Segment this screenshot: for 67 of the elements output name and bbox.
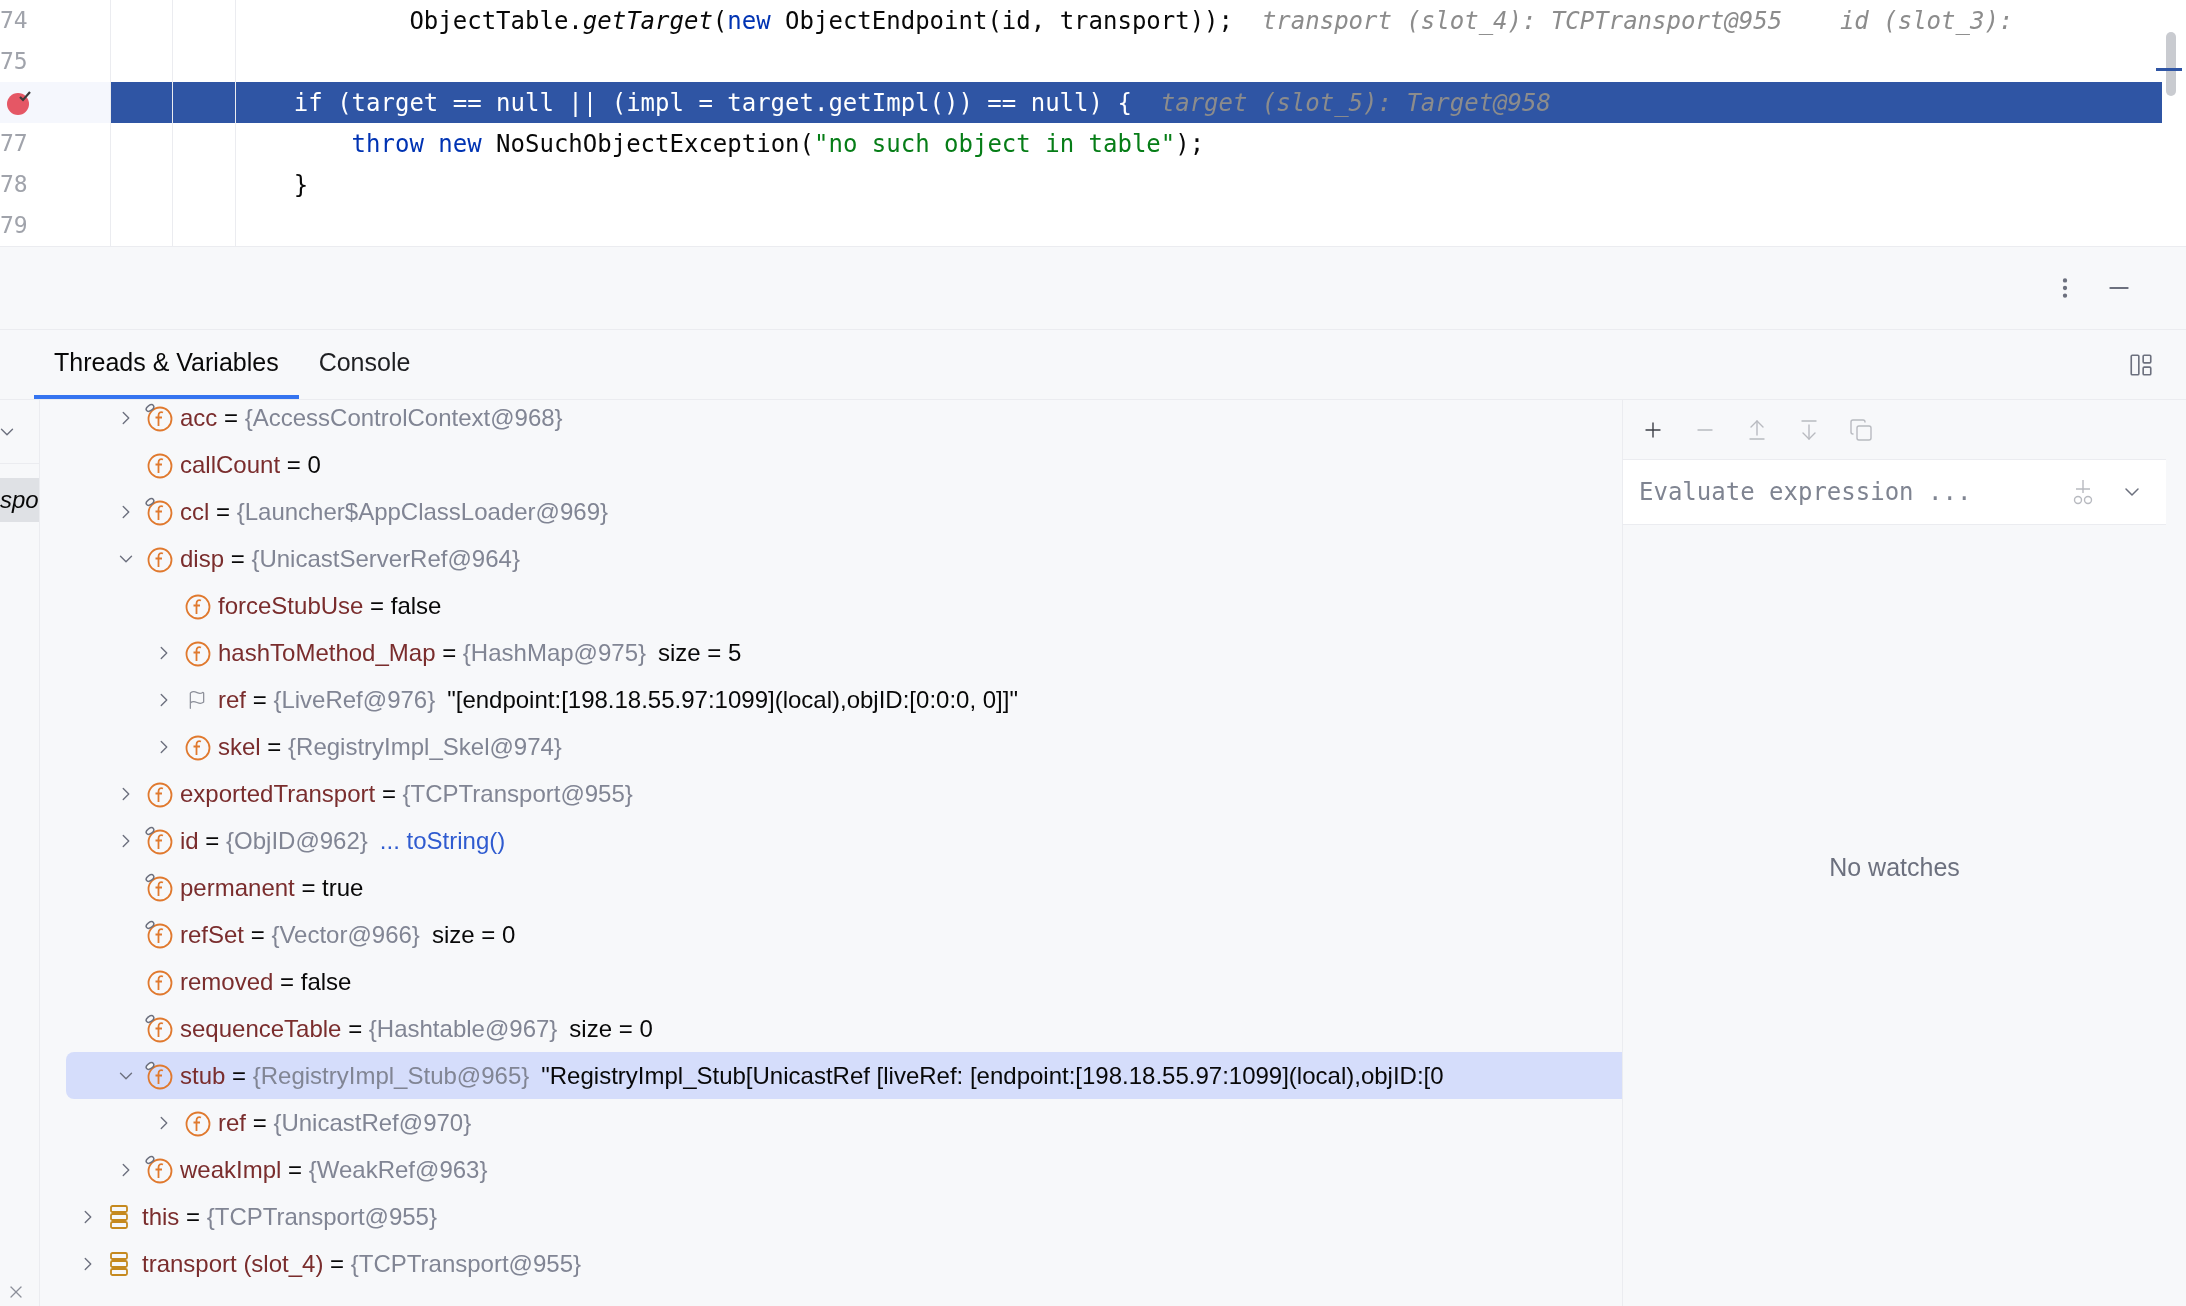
variable-row[interactable]: callCount = 0 <box>66 441 1622 488</box>
variable-row[interactable]: id = {ObjID@962} ... toString() <box>66 817 1622 864</box>
variable-entry: weakImpl = {WeakRef@963} <box>180 1154 488 1185</box>
inline-value-hint: transport (slot_4): TCPTransport@955 <box>1261 5 1783 37</box>
variable-entry: stub = {RegistryImpl_Stub@965} "RegistryImpl_Stub[UnicastRef [liveRef: [endpoint:[198.18.55.97:1099](local),objID:[0 <box>180 1060 1444 1091</box>
line-number: 74 <box>0 6 28 36</box>
variable-entry: ref = {UnicastRef@970} <box>218 1107 472 1138</box>
flag-icon <box>187 689 207 710</box>
field-badge-icon <box>144 1013 174 1044</box>
empty-watches-message: No watches <box>1829 851 1960 883</box>
panel-tab[interactable]: Threads & Variables <box>34 330 299 399</box>
code-line: throw new NoSuchObjectException("no such object in table"); <box>351 128 1205 160</box>
code-line: if (target == null || (impl = target.getImpl()) == null) { <box>293 87 1132 119</box>
variable-entry: sequenceTable = {Hashtable@967} size = 0 <box>180 1013 653 1044</box>
variable-row[interactable]: hashToMethod_Map = {HashMap@975} size = 5 <box>66 629 1622 676</box>
variable-entry: ref = {LiveRef@976} "[endpoint:[198.18.55.97:1099](local),objID:[0:0:0, 0]]" <box>218 684 1018 715</box>
variable-row[interactable]: transport (slot_4) = {TCPTransport@955} <box>66 1240 1622 1287</box>
variable-entry: permanent = true <box>180 872 364 903</box>
line-number: 78 <box>0 170 28 200</box>
line-number: 79 <box>0 211 28 241</box>
inline-value-hint: target (slot_5): Target@958 <box>1160 87 1551 119</box>
line-number: 75 <box>0 47 28 77</box>
variable-entry: forceStubUse = false <box>218 590 442 621</box>
variable-entry: exportedTransport = {TCPTransport@955} <box>180 778 633 809</box>
variable-row[interactable]: refSet = {Vector@966} size = 0 <box>66 911 1622 958</box>
field-badge-icon <box>144 919 174 950</box>
variable-entry: skel = {RegistryImpl_Skel@974} <box>218 731 562 762</box>
scroll-marker <box>2156 68 2182 71</box>
variable-row[interactable]: ref = {LiveRef@976} "[endpoint:[198.18.55.97:1099](local),objID:[0:0:0, 0]]" <box>66 676 1622 723</box>
variable-entry: acc = {AccessControlContext@968} <box>180 402 563 433</box>
variable-row[interactable]: exportedTransport = {TCPTransport@955} <box>66 770 1622 817</box>
field-badge-icon <box>144 872 174 903</box>
variable-entry: this = {TCPTransport@955} <box>142 1201 437 1232</box>
variable-row[interactable]: weakImpl = {WeakRef@963} <box>66 1146 1622 1193</box>
code-line: ObjectTable.getTarget(new ObjectEndpoint(id, transport)); <box>409 5 1234 37</box>
variable-row[interactable]: removed = false <box>66 958 1622 1005</box>
variable-row[interactable]: ref = {UnicastRef@970} <box>66 1099 1622 1146</box>
frame-item[interactable]: spo <box>0 478 39 522</box>
variable-row[interactable]: sequenceTable = {Hashtable@967} size = 0 <box>66 1005 1622 1052</box>
variable-row[interactable]: skel = {RegistryImpl_Skel@974} <box>66 723 1622 770</box>
variable-entry: disp = {UnicastServerRef@964} <box>180 543 520 574</box>
field-badge-icon <box>144 825 174 856</box>
variable-entry: refSet = {Vector@966} size = 0 <box>180 919 516 950</box>
evaluate-expression-field[interactable]: Evaluate expression ... <box>1623 460 2166 525</box>
variable-entry: hashToMethod_Map = {HashMap@975} size = 5 <box>218 637 742 668</box>
variable-row[interactable]: disp = {UnicastServerRef@964} <box>66 535 1622 582</box>
variable-entry: callCount = 0 <box>180 449 321 480</box>
field-badge-icon <box>144 402 174 433</box>
variable-entry: removed = false <box>180 966 352 997</box>
variable-row[interactable]: forceStubUse = false <box>66 582 1622 629</box>
variable-entry: transport (slot_4) = {TCPTransport@955} <box>142 1248 581 1279</box>
variable-entry: ccl = {Launcher$AppClassLoader@969} <box>180 496 608 527</box>
variable-row[interactable]: stub = {RegistryImpl_Stub@965} "RegistryImpl_Stub[UnicastRef [liveRef: [endpoint:[198.18.55.97:1099](local),objID:[0 <box>66 1052 1622 1099</box>
expression-input[interactable]: Evaluate expression ... <box>1639 472 2068 512</box>
variable-entry: id = {ObjID@962} <box>180 825 368 856</box>
line-number: 77 <box>0 129 28 159</box>
inline-value-hint: id (slot_3): <box>1839 5 2014 37</box>
field-badge-icon <box>144 1060 174 1091</box>
code-line: } <box>293 169 309 201</box>
variable-row[interactable]: ccl = {Launcher$AppClassLoader@969} <box>66 488 1622 535</box>
to-string-link[interactable]: ... toString() <box>379 822 506 859</box>
scrollbar-thumb[interactable] <box>2166 32 2176 96</box>
field-badge-icon <box>144 1154 174 1185</box>
layout-icon[interactable] <box>2128 351 2154 378</box>
variable-row[interactable]: permanent = true <box>66 864 1622 911</box>
variable-row[interactable]: this = {TCPTransport@955} <box>66 1193 1622 1240</box>
field-badge-icon <box>144 496 174 527</box>
